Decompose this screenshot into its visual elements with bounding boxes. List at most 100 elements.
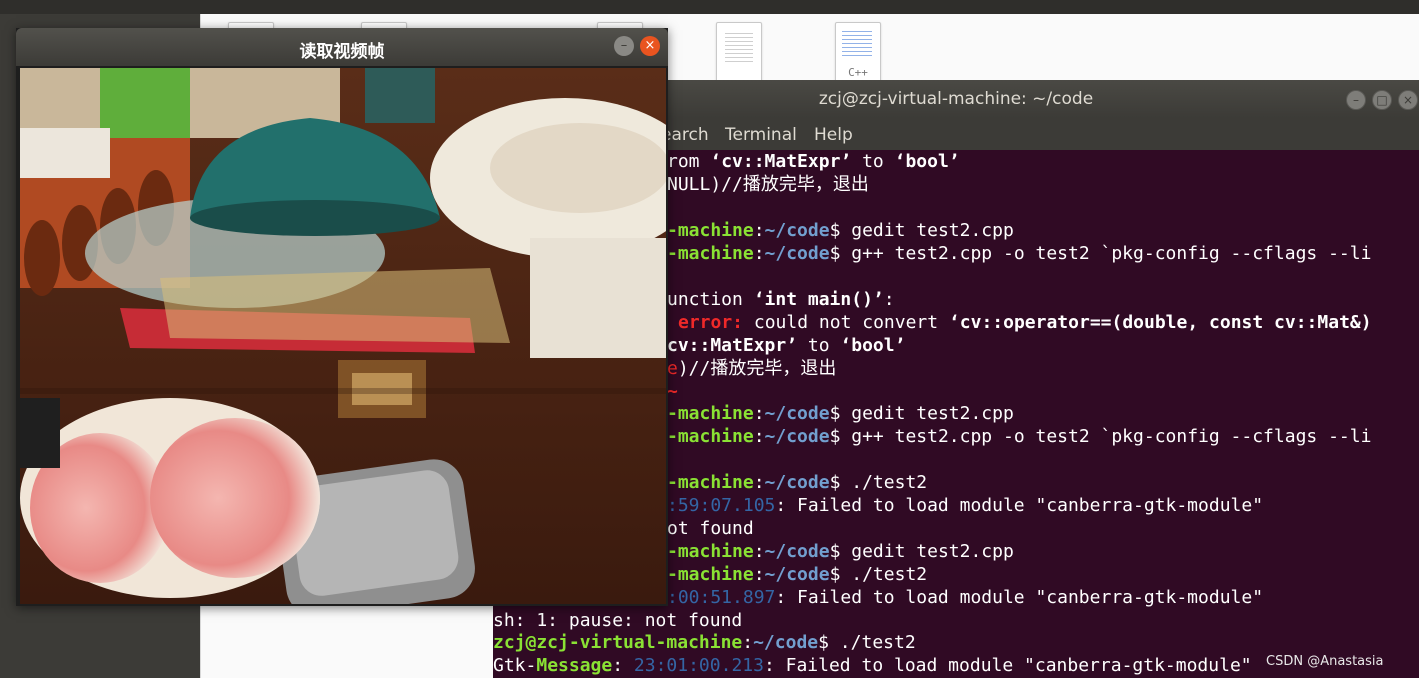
command: g++ test2.cpp -o test2 `pkg-config --cfl… bbox=[840, 426, 1372, 447]
video-window[interactable]: 读取视频帧 – × bbox=[16, 28, 668, 606]
terminal-text: $ bbox=[829, 243, 841, 264]
terminal-text: : bbox=[753, 426, 765, 447]
terminal-text: could not convert bbox=[743, 312, 949, 333]
terminal-line: ~ bbox=[667, 380, 678, 403]
terminal-text: ‘cv::MatExpr’ bbox=[710, 151, 852, 172]
text-lines-icon bbox=[725, 33, 753, 63]
video-window-title: 读取视频帧 bbox=[299, 42, 385, 62]
terminal-line: ot found bbox=[667, 517, 754, 540]
terminal-text: Gtk- bbox=[493, 655, 537, 676]
prompt-path: ~/code bbox=[764, 403, 830, 424]
prompt-host: -machine bbox=[667, 426, 754, 447]
maximize-button[interactable]: □ bbox=[1372, 90, 1392, 110]
watermark: CSDN @Anastasia͏ bbox=[1266, 654, 1384, 669]
terminal-text: NULL)//播放完毕，退出 bbox=[667, 174, 869, 195]
command: gedit test2.cpp bbox=[840, 541, 1014, 562]
terminal-text: $ bbox=[829, 564, 841, 585]
terminal-line: unction ‘int main()’: bbox=[667, 288, 895, 311]
terminal-text: : Failed to load module "canberra-gtk-mo… bbox=[763, 655, 1252, 676]
terminal-text: rom bbox=[667, 151, 711, 172]
command: ./test2 bbox=[840, 564, 928, 585]
code-lines-icon bbox=[842, 31, 872, 59]
terminal-line: sh: 1: pause: not found bbox=[493, 609, 742, 632]
terminal-text: $ bbox=[829, 541, 841, 562]
terminal-text: : bbox=[753, 541, 765, 562]
terminal-text: to bbox=[797, 335, 841, 356]
command: gedit test2.cpp bbox=[840, 220, 1014, 241]
terminal-line: :00:51.897: Failed to load module "canbe… bbox=[667, 586, 1263, 609]
terminal-text: $ bbox=[829, 403, 841, 424]
command: g++ test2.cpp -o test2 `pkg-config --cfl… bbox=[840, 243, 1372, 264]
terminal-line: -machine:~/code$ gedit test2.cpp bbox=[667, 402, 1014, 425]
terminal-text: : bbox=[742, 632, 754, 653]
cpp-file-icon[interactable]: C++ bbox=[835, 22, 881, 82]
terminal-text: ‘cv::operator==(double, const cv::Mat&) bbox=[948, 312, 1372, 333]
terminal-line: -machine:~/code$ gedit test2.cpp bbox=[667, 219, 1014, 242]
command: gedit test2.cpp bbox=[840, 403, 1014, 424]
menu-terminal[interactable]: Terminal bbox=[725, 125, 797, 145]
prompt-host: -machine bbox=[667, 243, 754, 264]
terminal-text: cv::MatExpr’ bbox=[667, 335, 798, 356]
terminal-line: -machine:~/code$ g++ test2.cpp -o test2 … bbox=[667, 425, 1371, 448]
menu-help[interactable]: Help bbox=[814, 125, 853, 145]
menu-search[interactable]: earch bbox=[661, 125, 709, 145]
terminal-text: : Failed to load module "canberra-gtk-mo… bbox=[775, 587, 1264, 608]
cpp-file-label: C++ bbox=[848, 66, 868, 79]
terminal-line: cv::MatExpr’ to ‘bool’ bbox=[667, 334, 905, 357]
terminal-line: -machine:~/code$ gedit test2.cpp bbox=[667, 540, 1014, 563]
error-label: error: bbox=[678, 312, 744, 333]
terminal-line: -machine:~/code$ g++ test2.cpp -o test2 … bbox=[667, 242, 1371, 265]
terminal-text: ot found bbox=[667, 518, 754, 539]
video-frame bbox=[20, 68, 666, 604]
prompt-host: -machine bbox=[667, 220, 754, 241]
terminal-text: $ bbox=[829, 472, 841, 493]
terminal-text: : Failed to load module "canberra-gtk-mo… bbox=[775, 495, 1264, 516]
terminal-text: : bbox=[883, 289, 895, 310]
terminal-text: )//播放完毕，退出 bbox=[677, 358, 837, 379]
minimize-button[interactable]: – bbox=[1346, 90, 1366, 110]
video-window-titlebar[interactable]: 读取视频帧 – × bbox=[16, 28, 668, 66]
terminal-text: : bbox=[753, 564, 765, 585]
video-frame-image bbox=[20, 68, 666, 604]
terminal-line: error: could not convert ‘cv::operator==… bbox=[678, 311, 1372, 334]
timestamp: :00:51.897 bbox=[667, 587, 776, 608]
prompt-path: ~/code bbox=[764, 472, 830, 493]
top-panel bbox=[0, 0, 1419, 14]
terminal-text: ~ bbox=[667, 381, 678, 402]
prompt-path: ~/code bbox=[764, 564, 830, 585]
terminal-text: ‘int main()’ bbox=[753, 289, 884, 310]
prompt-path: ~/code bbox=[764, 541, 830, 562]
text-file-icon[interactable] bbox=[716, 22, 762, 82]
terminal-text: $ bbox=[829, 426, 841, 447]
terminal-text: ‘bool’ bbox=[840, 335, 906, 356]
terminal-text: : bbox=[612, 655, 634, 676]
terminal-text: sh: 1: pause: not found bbox=[493, 610, 743, 631]
terminal-line: zcj@zcj-virtual-machine:~/code$ ./test2 bbox=[493, 631, 916, 654]
prompt-user: zcj@zcj-virtual-machine bbox=[493, 632, 743, 653]
command: ./test2 bbox=[828, 632, 916, 653]
terminal-line: NULL)//播放完毕，退出 bbox=[667, 173, 869, 196]
prompt-path: ~/code bbox=[764, 243, 830, 264]
video-close-button[interactable]: × bbox=[640, 36, 660, 56]
gtk-message-label: Message bbox=[536, 655, 613, 676]
terminal-line: :59:07.105: Failed to load module "canbe… bbox=[667, 494, 1263, 517]
prompt-host: -machine bbox=[667, 403, 754, 424]
prompt-host: -machine bbox=[667, 472, 754, 493]
terminal-text: : bbox=[753, 403, 765, 424]
terminal-text: $ bbox=[818, 632, 829, 653]
prompt-path: ~/code bbox=[764, 220, 830, 241]
close-button[interactable]: × bbox=[1398, 90, 1418, 110]
terminal-line: rom ‘cv::MatExpr’ to ‘bool’ bbox=[667, 150, 960, 173]
terminal-text: : bbox=[753, 243, 765, 264]
terminal-line: e)//播放完毕，退出 bbox=[667, 357, 836, 380]
prompt-path: ~/code bbox=[764, 426, 830, 447]
timestamp: :59:07.105 bbox=[667, 495, 776, 516]
video-minimize-button[interactable]: – bbox=[614, 36, 634, 56]
command: ./test2 bbox=[840, 472, 928, 493]
terminal-text: unction bbox=[667, 289, 754, 310]
prompt-path: ~/code bbox=[753, 632, 819, 653]
terminal-line: -machine:~/code$ ./test2 bbox=[667, 471, 927, 494]
terminal-text: : bbox=[753, 220, 765, 241]
terminal-text: e bbox=[667, 358, 678, 379]
timestamp: 23:01:00.213 bbox=[633, 655, 764, 676]
